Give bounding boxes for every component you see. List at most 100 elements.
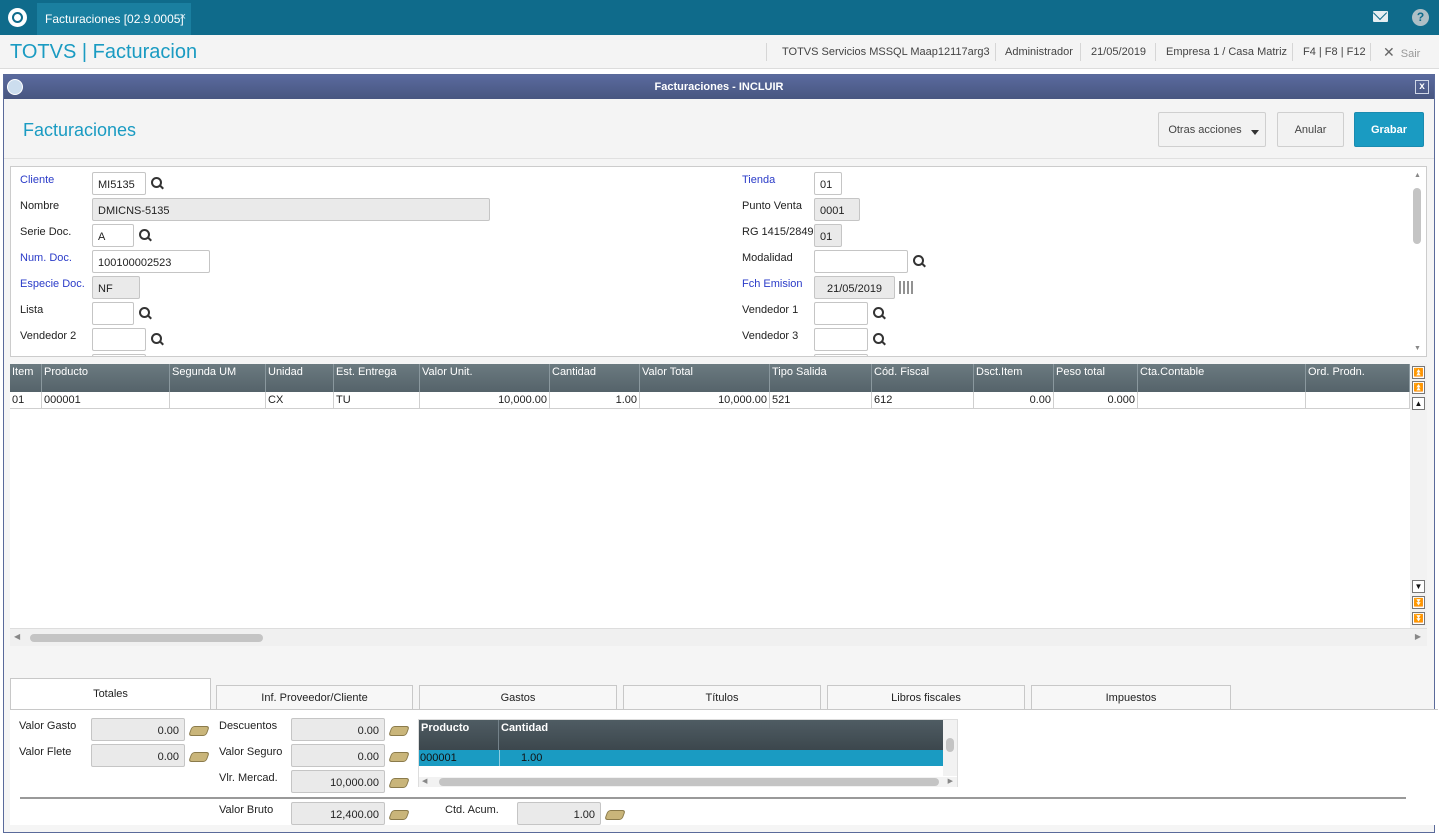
totvs-logo-icon[interactable] (8, 8, 27, 27)
grid-col-11[interactable]: Peso total (1054, 364, 1138, 392)
dialog-close-button[interactable]: x (1415, 80, 1429, 94)
ctd-acum-input[interactable]: 1.00 (517, 802, 601, 825)
search-icon[interactable] (151, 333, 165, 347)
rg-input[interactable]: 01 (814, 224, 842, 247)
money-icon[interactable] (388, 810, 410, 820)
grid-col-4[interactable]: Est. Entrega (334, 364, 420, 392)
especie-input[interactable]: NF (92, 276, 140, 299)
money-icon[interactable] (188, 726, 210, 736)
user-info[interactable]: Administrador (1005, 46, 1073, 58)
money-icon[interactable] (188, 752, 210, 762)
tab-close-icon[interactable]: × (180, 11, 186, 23)
tab-facturaciones[interactable]: Facturaciones [02.9.0005] × (37, 3, 191, 35)
mini-col-producto[interactable]: Producto (419, 720, 499, 750)
grid-col-1[interactable]: Producto (42, 364, 170, 392)
table-cell[interactable]: 01 (10, 392, 42, 409)
grid-col-6[interactable]: Cantidad (550, 364, 640, 392)
vendedor1-input[interactable] (814, 302, 868, 325)
table-cell[interactable]: 0.000 (1054, 392, 1138, 409)
mini-grid-horizontal-scrollbar[interactable]: ◀ ▶ (419, 777, 957, 787)
modalidad-input[interactable] (814, 250, 908, 273)
date-info[interactable]: 21/05/2019 (1091, 46, 1146, 58)
search-icon[interactable] (139, 229, 153, 243)
scroll-page-up-icon[interactable]: ⏫ (1412, 381, 1425, 394)
valor-flete-input[interactable]: 0.00 (91, 744, 185, 767)
search-icon[interactable] (873, 333, 887, 347)
grid-col-7[interactable]: Valor Total (640, 364, 770, 392)
table-cell[interactable] (1138, 392, 1306, 409)
grid-col-12[interactable]: Cta.Contable (1138, 364, 1306, 392)
search-icon[interactable] (139, 307, 153, 321)
company-info[interactable]: Empresa 1 / Casa Matriz (1166, 46, 1287, 58)
search-icon[interactable] (873, 307, 887, 321)
valor-bruto-input[interactable]: 12,400.00 (291, 802, 385, 825)
scroll-page-down-icon[interactable]: ⏬ (1412, 596, 1425, 609)
tienda-input[interactable]: 01 (814, 172, 842, 195)
descuentos-input[interactable]: 0.00 (291, 718, 385, 741)
valor-seguro-input[interactable]: 0.00 (291, 744, 385, 767)
table-cell[interactable]: 000001 (42, 392, 170, 409)
table-cell[interactable]: 1.00 (550, 392, 640, 409)
hidden-field[interactable] (92, 354, 146, 356)
save-button[interactable]: Grabar (1354, 112, 1424, 147)
serie-input[interactable]: A (92, 224, 134, 247)
grid-col-9[interactable]: Cód. Fiscal (872, 364, 974, 392)
shortcuts-info[interactable]: F4 | F8 | F12 (1303, 46, 1366, 58)
money-icon[interactable] (388, 726, 410, 736)
grid-col-5[interactable]: Valor Unit. (420, 364, 550, 392)
lista-input[interactable] (92, 302, 134, 325)
vlr-mercad-input[interactable]: 10,000.00 (291, 770, 385, 793)
mini-col-cantidad[interactable]: Cantidad (499, 720, 943, 750)
table-cell[interactable]: TU (334, 392, 420, 409)
search-icon[interactable] (151, 177, 165, 191)
grid-col-2[interactable]: Segunda UM (170, 364, 266, 392)
table-cell[interactable]: 10,000.00 (640, 392, 770, 409)
grid-col-10[interactable]: Dsct.Item (974, 364, 1054, 392)
table-row[interactable]: 000001 1.00 (419, 750, 943, 766)
tab-inf-proveedor-cliente[interactable]: Inf. Proveedor/Cliente (216, 685, 413, 710)
scroll-bottom-icon[interactable]: ⏬ (1412, 612, 1425, 625)
form-scrollbar[interactable]: ▲ ▼ (1411, 170, 1424, 355)
search-icon[interactable] (913, 255, 927, 269)
grid-scrollbar[interactable]: ⏫ ⏫ ▲ ▼ ⏬ ⏬ (1410, 364, 1427, 628)
grid-col-8[interactable]: Tipo Salida (770, 364, 872, 392)
grid-col-13[interactable]: Ord. Prodn. (1306, 364, 1410, 392)
table-cell[interactable]: 521 (770, 392, 872, 409)
table-cell[interactable] (170, 392, 266, 409)
scroll-thumb[interactable] (30, 634, 263, 642)
valor-gasto-input[interactable]: 0.00 (91, 718, 185, 741)
tab-titulos[interactable]: Títulos (623, 685, 821, 710)
help-icon[interactable]: ? (1412, 9, 1429, 26)
grid-horizontal-scrollbar[interactable]: ◀ ▶ (10, 628, 1427, 646)
mini-grid-scrollbar[interactable] (943, 720, 957, 776)
money-icon[interactable] (388, 778, 410, 788)
tab-libros-fiscales[interactable]: Libros fiscales (827, 685, 1025, 710)
tab-gastos[interactable]: Gastos (419, 685, 617, 710)
nombre-input[interactable]: DMICNS-5135 (92, 198, 490, 221)
grid-col-3[interactable]: Unidad (266, 364, 334, 392)
table-cell[interactable]: 612 (872, 392, 974, 409)
table-cell[interactable]: 10,000.00 (420, 392, 550, 409)
grid-col-0[interactable]: Item (10, 364, 42, 392)
mail-icon[interactable] (1373, 11, 1388, 22)
table-cell[interactable] (1306, 392, 1410, 409)
other-actions-button[interactable]: Otras acciones (1158, 112, 1266, 147)
exit-button[interactable]: ✕ Sair (1383, 44, 1420, 61)
calendar-icon[interactable] (899, 281, 915, 294)
scroll-down-icon[interactable]: ▼ (1412, 580, 1425, 593)
cancel-button[interactable]: Anular (1277, 112, 1344, 147)
tab-impuestos[interactable]: Impuestos (1031, 685, 1231, 710)
fch-input[interactable]: 21/05/2019 (814, 276, 895, 299)
money-icon[interactable] (388, 752, 410, 762)
table-cell[interactable]: 0.00 (974, 392, 1054, 409)
numdoc-input[interactable]: 100100002523 (92, 250, 210, 273)
cliente-input[interactable]: MI5135 (92, 172, 146, 195)
table-cell[interactable]: CX (266, 392, 334, 409)
tab-totales[interactable]: Totales (10, 678, 211, 710)
scroll-up-icon[interactable]: ▲ (1412, 397, 1425, 410)
vendedor2-input[interactable] (92, 328, 146, 351)
punto-input[interactable]: 0001 (814, 198, 860, 221)
hidden-field[interactable] (814, 354, 868, 356)
money-icon[interactable] (604, 810, 626, 820)
vendedor3-input[interactable] (814, 328, 868, 351)
